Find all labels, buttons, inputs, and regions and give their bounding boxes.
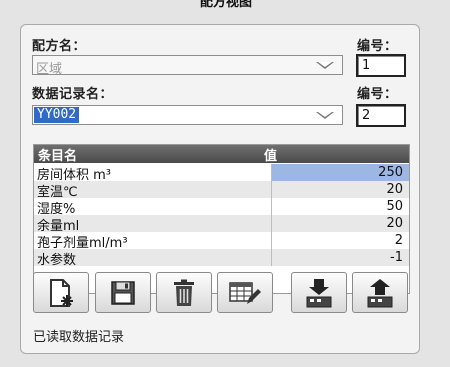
entry-value[interactable]: 20 <box>272 181 409 198</box>
record-number-label: 编号： <box>357 87 398 102</box>
save-icon <box>111 280 135 305</box>
edit-table-icon <box>229 281 261 304</box>
import-to-plc-icon <box>306 278 332 307</box>
table-row[interactable]: 房间体积 m³ 250 <box>34 164 409 183</box>
record-name-label: 数据记录名： <box>32 87 114 102</box>
recipe-number-field[interactable]: 1 <box>356 54 406 77</box>
recipe-view-panel: 配方名： 区域 编号： 1 数据记录名： YY002 编号： 2 条目名 值 房… <box>20 24 420 354</box>
entry-name: 水参数 <box>37 253 77 268</box>
chevron-down-icon[interactable] <box>316 62 334 69</box>
transfer-to-plc-button[interactable] <box>291 272 347 313</box>
delete-icon <box>174 279 194 306</box>
entry-value[interactable]: 50 <box>272 198 409 215</box>
record-name-value: YY002 <box>34 107 80 123</box>
new-record-button[interactable] <box>33 272 89 313</box>
recipe-name-label: 配方名： <box>32 39 87 54</box>
edit-table-button[interactable] <box>217 272 273 313</box>
export-from-plc-icon <box>367 278 393 307</box>
table-row[interactable]: 湿度% 50 <box>34 198 409 217</box>
table-row[interactable]: 水参数 -1 <box>34 249 409 268</box>
entry-value[interactable]: 250 <box>272 164 409 181</box>
record-number-field[interactable]: 2 <box>356 104 406 127</box>
recipe-name-value: 区域 <box>36 62 63 77</box>
column-header-value[interactable]: 值 <box>264 145 277 164</box>
transfer-from-plc-button[interactable] <box>352 272 408 313</box>
recipe-name-dropdown[interactable]: 区域 <box>32 55 343 77</box>
record-name-dropdown[interactable]: YY002 <box>32 105 343 125</box>
delete-button[interactable] <box>156 272 212 313</box>
window-title-bar: 配方视图 <box>0 0 450 20</box>
window-title: 配方视图 <box>200 0 253 10</box>
status-text: 已读取数据记录 <box>33 330 125 345</box>
entry-value[interactable]: -1 <box>272 249 409 266</box>
save-button[interactable] <box>95 272 151 313</box>
entry-value[interactable]: 20 <box>272 215 409 232</box>
recipe-number-label: 编号： <box>357 39 398 54</box>
table-row[interactable]: 余量ml 20 <box>34 215 409 234</box>
new-record-icon <box>50 278 73 307</box>
table-row[interactable]: 室温℃ 20 <box>34 181 409 200</box>
entry-value[interactable]: 2 <box>272 232 409 249</box>
column-header-entry-name[interactable]: 条目名 <box>38 145 77 164</box>
table-row[interactable]: 孢子剂量ml/m³ 2 <box>34 232 409 251</box>
table-header: 条目名 值 <box>34 145 409 164</box>
chevron-down-icon[interactable] <box>316 112 334 119</box>
